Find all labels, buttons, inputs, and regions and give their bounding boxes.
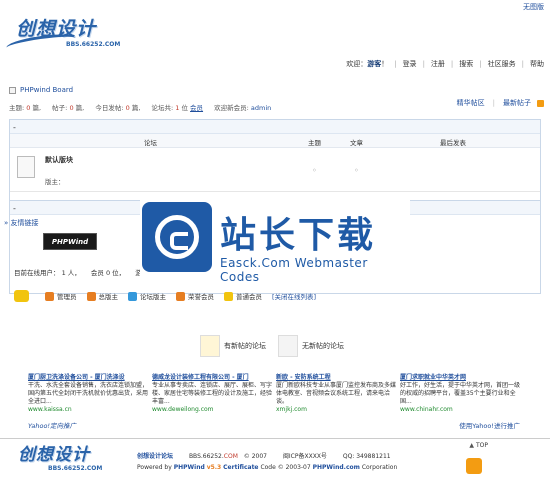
no-new-posts-label: 无新帖的论坛 bbox=[302, 342, 344, 350]
legend-honor: 荣誉会员 bbox=[176, 291, 214, 301]
legend-forum-mod: 论坛版主 bbox=[128, 291, 166, 301]
phpwind-link[interactable]: PHPWind bbox=[174, 464, 205, 471]
guest-name: 游客 bbox=[367, 60, 382, 68]
welcome-suffix: ！ bbox=[381, 60, 389, 68]
forum-mod-icon bbox=[128, 291, 137, 301]
sponsored-ads: 厦门厨卫洗涤设备公司 - 厦门洗涤设 干洗、水洗全套设备销售，洗衣店连锁加盟，国… bbox=[28, 374, 523, 424]
site-logo[interactable]: 创想设计 BBS.66252.COM bbox=[5, 14, 146, 55]
nav-community[interactable]: 社区服务 bbox=[488, 59, 516, 69]
collapse-icon[interactable]: - bbox=[13, 123, 16, 132]
new-posts-icon bbox=[200, 335, 220, 357]
phpwind-friend-logo[interactable]: PHPWind bbox=[43, 233, 97, 250]
watermark-overlay: 站长下载 Easck.Com Webmaster Codes bbox=[140, 200, 410, 284]
phpwind-site-link[interactable]: PHPWind.com bbox=[313, 464, 360, 471]
legend-admin: 管理员 bbox=[45, 291, 77, 301]
forum-status-icon bbox=[17, 156, 35, 178]
forum-table-header: 论坛 主题 文章 最后发表 bbox=[10, 134, 540, 148]
ad-item[interactable]: 厦门厨卫洗涤设备公司 - 厦门洗涤设 干洗、水洗全套设备销售，洗衣店连锁加盟，国… bbox=[28, 374, 148, 414]
admin-icon bbox=[45, 291, 54, 301]
online-users-line: 目前在线用户： 1 人， 会员 0 位， 游客 bbox=[14, 269, 148, 277]
logo-url: BBS.66252.COM bbox=[66, 41, 121, 48]
online-total: 1 bbox=[61, 269, 66, 277]
forum-stats: 主题: 0 篇, 帖子: 0 篇, 今日发帖: 0 篇, 论坛共: 1 位 会员… bbox=[9, 104, 272, 112]
powered-by: Powered by PHPWind v5.3 Certificate Code… bbox=[137, 464, 398, 471]
up-arrow-icon: ▲ bbox=[469, 442, 474, 449]
super-mod-icon bbox=[86, 291, 96, 301]
forum-topics-value: ◦ bbox=[312, 166, 317, 175]
footer-logo-url: BBS.66252.COM bbox=[48, 465, 103, 472]
right-links: 精华帖区 | 最新帖子 bbox=[457, 98, 544, 108]
welcome-prefix: 欢迎： bbox=[346, 60, 368, 68]
close-online-list-link[interactable]: [关闭在线列表] bbox=[272, 291, 316, 301]
ad-item[interactable]: 厦门求职就业中华英才网 好工作，好生活，提于中华英才网，首团一级的权威的招聘平台… bbox=[400, 374, 520, 414]
ad-item[interactable]: 德威龙设计装修工程有限公司 - 厦门 专业从事专卖店、连锁店、展厅、展柜、写字楼… bbox=[152, 374, 272, 414]
forum-articles-value: ◦ bbox=[354, 166, 359, 175]
footer-logo[interactable]: 创想设计 BBS.66252.COM bbox=[8, 440, 128, 478]
new-posts-label: 有新帖的论坛 bbox=[224, 342, 266, 350]
col-articles: 文章 bbox=[350, 139, 363, 147]
watermark-logo-icon bbox=[142, 202, 212, 272]
col-last-post: 最后发表 bbox=[440, 139, 466, 147]
phpwind-version: v5.3 bbox=[206, 464, 222, 471]
member-group-legend: 管理员 总版主 论坛版主 荣誉会员 普通会员 [关闭在线列表] bbox=[14, 290, 316, 302]
digest-link[interactable]: 精华帖区 bbox=[457, 98, 485, 108]
watermark-title: 站长下载 bbox=[220, 215, 377, 256]
watermark-subtitle: Easck.Com Webmaster Codes bbox=[220, 256, 368, 284]
nav-register[interactable]: 注册 bbox=[431, 59, 445, 69]
panel-header: - bbox=[10, 120, 540, 134]
forum-moderator: 版主： bbox=[45, 178, 65, 186]
forum-panel: - 论坛 主题 文章 最后发表 默认版块 版主： ◦ ◦ bbox=[9, 119, 541, 209]
members-count: 1 bbox=[175, 104, 180, 112]
normal-member-icon bbox=[224, 291, 233, 301]
footer-links: 创想设计论坛 BBS.66252.COM © 2007 闽ICP备XXXX号 Q… bbox=[137, 451, 391, 460]
nav-search[interactable]: 搜索 bbox=[459, 59, 473, 69]
newest-member-link[interactable]: admin bbox=[251, 104, 271, 112]
nav-help[interactable]: 帮助 bbox=[530, 59, 544, 69]
yahoo-promote-link[interactable]: 使用Yahoo!进行推广 bbox=[459, 420, 520, 430]
rss-badge-icon[interactable] bbox=[466, 458, 482, 474]
col-topics: 主题 bbox=[308, 139, 321, 147]
back-to-top-button[interactable]: ▲ TOP bbox=[469, 442, 488, 449]
friends-collapse-icon[interactable]: - bbox=[13, 204, 16, 213]
no-image-link[interactable]: 无图版 bbox=[523, 2, 544, 12]
rss-icon[interactable] bbox=[537, 99, 544, 107]
members-link[interactable]: 会员 bbox=[190, 104, 203, 112]
footer-logo-title: 创想设计 bbox=[18, 445, 90, 465]
board-breadcrumb: PHPwind Board bbox=[9, 86, 73, 94]
ad-item[interactable]: 新欧 - 安防系统工程 厦门新欧科技专业从事厦门监控发布商及多媒体电教室、音视频… bbox=[276, 374, 396, 414]
footer-icp[interactable]: 闽ICP备XXXX号 bbox=[283, 453, 327, 460]
nav-login[interactable]: 登录 bbox=[403, 59, 417, 69]
footer-divider bbox=[0, 438, 550, 439]
footer-domain[interactable]: BBS.66252.COM bbox=[189, 453, 238, 460]
today-count: 0 bbox=[125, 104, 130, 112]
footer-site-name[interactable]: 创想设计论坛 bbox=[137, 453, 173, 460]
no-new-posts-icon bbox=[278, 335, 298, 357]
footer-year: © 2007 bbox=[243, 453, 267, 460]
footer-qq: QQ: 349881211 bbox=[342, 453, 391, 460]
honor-icon bbox=[176, 291, 185, 301]
legend-super-mod: 总版主 bbox=[86, 291, 118, 301]
col-forum: 论坛 bbox=[144, 139, 157, 147]
forum-name-link[interactable]: 默认版块 bbox=[45, 155, 73, 165]
legend-normal: 普通会员 bbox=[224, 291, 262, 301]
friend-links-label: » 友情链接 bbox=[4, 219, 39, 227]
certificate-link[interactable]: Certificate bbox=[223, 464, 258, 471]
yahoo-targeted-link[interactable]: Yahoo!定向推广 bbox=[28, 420, 76, 430]
latest-posts-link[interactable]: 最新帖子 bbox=[503, 98, 531, 108]
board-title-link[interactable]: PHPwind Board bbox=[20, 86, 73, 94]
topics-count: 0 bbox=[26, 104, 31, 112]
home-icon bbox=[9, 86, 16, 94]
forum-row: 默认版块 版主： ◦ ◦ bbox=[10, 148, 540, 192]
user-group-icon bbox=[14, 290, 29, 302]
posts-count: 0 bbox=[69, 104, 74, 112]
post-status-legend: 有新帖的论坛 无新帖的论坛 bbox=[200, 335, 356, 357]
top-navigation: 欢迎： 游客 ！ | 登录 | 注册 | 搜索 | 社区服务 | 帮助 bbox=[346, 59, 544, 69]
online-members: 0 bbox=[105, 269, 111, 277]
